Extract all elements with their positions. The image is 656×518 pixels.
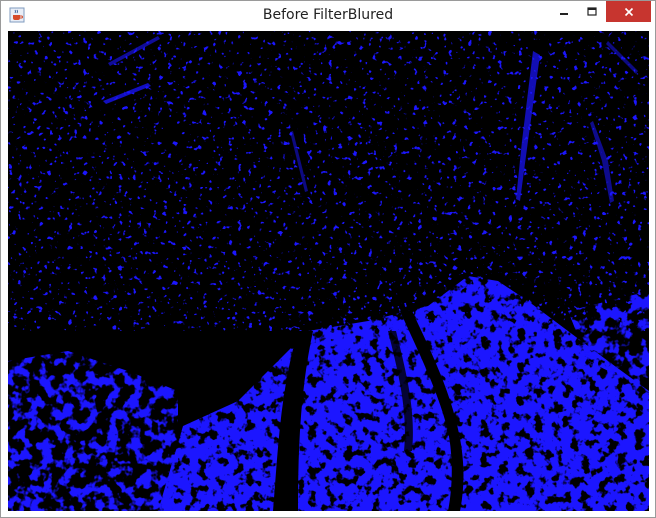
minimize-icon [560, 12, 568, 15]
close-button[interactable] [606, 1, 651, 22]
app-window: Before FilterBlured [0, 0, 656, 518]
filtered-image-canvas[interactable] [8, 31, 649, 511]
maximize-button[interactable] [578, 1, 605, 22]
minimize-button[interactable] [550, 1, 578, 22]
close-icon [624, 7, 633, 16]
blue-threshold-image [8, 31, 649, 511]
maximize-icon [586, 6, 597, 16]
title-bar[interactable]: Before FilterBlured [1, 1, 655, 30]
